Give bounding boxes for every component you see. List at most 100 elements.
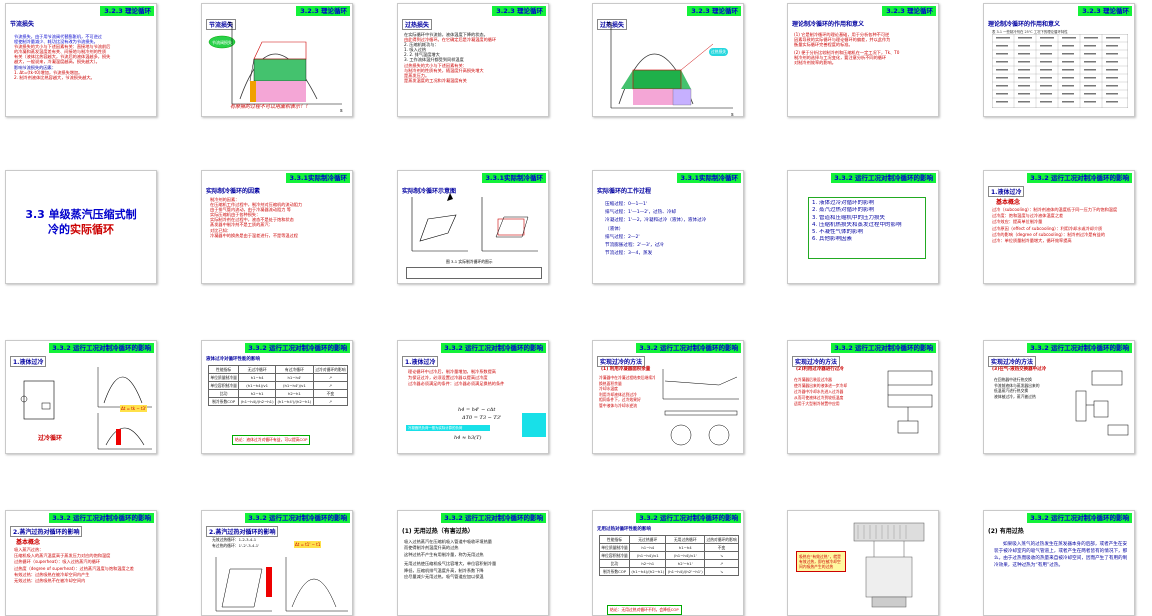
slide-title: 液体过冷对循环性能的影响 <box>206 357 260 362</box>
section-title: 3.3 单级蒸汽压缩式制 冷的实际循环 <box>25 208 137 236</box>
ts-diagram: T s <box>606 22 734 117</box>
slide-body: 在回热器中进行热交换 节流前液体与蒸发器出来的 低温蒸汽进行热交换 液体被过冷，… <box>994 377 1040 399</box>
svg-text:T: T <box>227 22 232 28</box>
slide-body: 在冷凝器后装设过冷器 使冷凝器出来的液体进一步冷却 过冷器中冷却水先进入过冷器 … <box>794 377 848 406</box>
diagram-caption: 过冷循环 <box>38 435 63 442</box>
table-row: 比功 h2−h1 h2'−h1' ↗ <box>598 559 739 568</box>
slide-header: 3.2.3 理论循环 <box>882 6 936 16</box>
svg-text:s: s <box>731 112 734 117</box>
slide-paragraph: 如果吸入蒸气的过热发生在蒸发器本身的后部，或者产生在安装于被冷却室内的吸气管道上… <box>994 542 1128 568</box>
slide-body: (1) 它是制冷循环的理论基础，用于分析各种不可逆 因素导致的实际循环与理论循环… <box>794 32 900 66</box>
slide-thumb-24[interactable]: 3.3.2 运行工况对制冷循环的影响 (2) 有用过热 如果吸入蒸气的过热发生在… <box>983 510 1135 616</box>
bubble-label: 过热损失 <box>709 48 729 56</box>
slide-header: 3.2.3 理论循环 <box>100 6 154 16</box>
slide-body: 理论循环中过冷后，制冷量增加，制冷系数提高 为保证过冷，必须设置过冷器以提高过冷… <box>408 369 505 386</box>
slide-title: 节流损失 <box>10 21 35 28</box>
slide-subtitle: 基本概念 <box>996 199 1021 206</box>
slide-header: 3.3.2 运行工况对制冷循环的影响 <box>831 173 936 183</box>
formula-1: h4 = h4' − cΔt <box>458 407 496 413</box>
formula-3: h4 ≈ h3(T) <box>454 435 482 441</box>
heat-exchanger-diagram <box>1075 370 1129 436</box>
bubble-label: 节流阀损失 <box>212 40 232 45</box>
conclusion-note: 结论：无用过热对循环不利，会降低COP <box>607 605 682 615</box>
slide-body: 冷凝器中在冷凝过程结束后继续冷却 换热面积余量 冷却水温度 利用冷却液体达到过冷… <box>599 375 655 408</box>
slide-thumb-20[interactable]: 3.3.2 运行工况对制冷循环的影响 2.蒸汽过热对循环的影响 无效过热循环：1… <box>201 510 353 616</box>
slide-header: 3.3.2 运行工况对制冷循环的影响 <box>1027 173 1132 183</box>
superheat-diagrams <box>215 557 348 612</box>
slide-thumb-19[interactable]: 3.3.2 运行工况对制冷循环的影响 2.蒸汽过热对循环的影响 基本概念 吸入蒸… <box>5 510 157 616</box>
data-table-graphic <box>992 34 1128 108</box>
slide-thumb-23[interactable]: 吸热在“有效过热”，就是有效过热，即在被冷却空间内吸热产生的过热 <box>787 510 939 616</box>
slide-header: 3.2.3 理论循环 <box>1078 6 1132 16</box>
slide-header: 3.3.2 运行工况对制冷循环的影响 <box>49 513 154 523</box>
slide-body: 节流损失，由于用节流阀代替膨胀机，不可逆过 程使制冷量减少、耗功比没有改为节流损… <box>14 34 111 80</box>
table-header-row: 性能指标 无过冷循环 有过冷循环 过冷对循环的影响 <box>207 365 349 374</box>
slide-header: 3.3.2 运行工况对制冷循环的影响 <box>831 343 936 353</box>
slide-thumb-13[interactable]: 3.3.2 运行工况对制冷循环的影响 1.液体过冷 Δt = tk − t3' … <box>5 340 157 454</box>
slide-header: 3.3.2 运行工况对制冷循环的影响 <box>245 343 350 353</box>
slide-thumb-21[interactable]: 3.3.2 运行工况对制冷循环的影响 (1) 无用过热（有害过热） 吸入过热蒸汽… <box>397 510 549 616</box>
svg-text:T: T <box>606 22 611 28</box>
table-row: 单位质量制冷量 h1−h4 h1−h4 不变 <box>598 543 739 552</box>
equipment-illustration <box>853 522 925 608</box>
slide-header: 3.3.1实际制冷循环 <box>677 173 741 183</box>
comparison-table: 性能指标 无过冷循环 有过冷循环 过冷对循环的影响 单位质量制冷量 h1−h4 h1−h4… <box>207 365 349 406</box>
slide-header: 3.3.2 运行工况对制冷循环的影响 <box>441 343 546 353</box>
slide-thumb-6[interactable]: 3.2.3 理论循环 理论制冷循环的作用和意义 表 3-1 一些制冷剂在 25℃… <box>983 3 1135 117</box>
slide-thumb-9[interactable]: 3.3.1实际制冷循环 实际制冷循环示意图 图 3-1 实际制冷循环的图示 <box>397 170 549 284</box>
comparison-table: 性能指标 无过热循环 无用过热循环 过热对循环的影响 单位质量制冷量 h1−h4 h1−h… <box>598 535 739 576</box>
slide-thumb-10[interactable]: 3.3.1实际制冷循环 实际循环的工作过程 压缩过程：0—1—1' 排气过程：1… <box>592 170 744 284</box>
formula-2: ΔT0 = T3 − T3' <box>462 415 502 421</box>
ts-diagram: T s <box>208 22 343 114</box>
slide-thumb-22[interactable]: 3.3.2 运行工况对制冷循环的影响 无用过热对循环性能的影响 性能指标 无过热循… <box>592 510 744 616</box>
slide-footer-note: 有摩擦的过程不可以用面积表示！！ <box>230 104 311 110</box>
callout-bubble: 吸热在“有效过热”，就是有效过热，即在被冷却空间内吸热产生的过热 <box>796 551 846 572</box>
slide-header: 3.3.2 运行工况对制冷循环的影响 <box>1027 513 1132 523</box>
cyan-note: 冷凝器热负荷一般为实际计算的负荷 <box>406 425 490 431</box>
slide-title: 理论制冷循环的作用和意义 <box>988 21 1061 28</box>
table-row: 比功 h2−h1 h2−h1 不变 <box>207 389 349 398</box>
slide-title: 无用过热对循环性能的影响 <box>597 527 651 532</box>
slide-subtitle: (1) 利用冷凝器面积余量 <box>601 367 651 372</box>
slide-body: 吸入过热蒸汽在压缩机吸入管道中吸收环境热量 而使得制冷剂温度升高的过热 这种过热… <box>404 539 497 580</box>
slide-body: 制冷剂的因素： 在压缩机工作过程中，制冷剂对压缩机的流动阻力 由于排气管内流动，… <box>210 197 303 238</box>
slide-header: 3.3.1实际制冷循环 <box>286 173 350 183</box>
slide-body: 压缩过程：0—1—1' 排气过程：1'—1—2'，过热、冷却 冷凝过程：1'—2… <box>605 202 707 257</box>
topic-list: 1. 液体过冷对循环的影响 2. 蒸汽过热对循环的影响 3. 管道和压缩机中的压… <box>808 197 926 259</box>
slide-thumb-1[interactable]: 3.2.3 理论循环 节流损失 节流损失，由于用节流阀代替膨胀机，不可逆过 程使… <box>5 3 157 117</box>
slide-thumb-16[interactable]: 3.3.2 运行工况对制冷循环的影响 实现过冷的方法 (1) 利用冷凝器面积余量… <box>592 340 744 454</box>
slide-body: 吸入蒸汽过热： 压缩机吸入的蒸汽温度高于蒸发压力对应的饱和温度 过热循环（sup… <box>14 547 134 584</box>
slide-subtitle: (3)在气-液热交换器中过冷 <box>992 367 1047 372</box>
slide-thumb-3[interactable]: 3.2.3 理论循环 过热损失 在实际循环中节流前，液体温度下降的状态。 由此得… <box>397 3 549 117</box>
formula-highlight: Δt = tk − t3' <box>120 405 148 412</box>
slide-body: 在实际循环中节流前，液体温度下降的状态。 由此得到过冷循环。在它确定后是冷凝温度… <box>404 32 497 83</box>
slide-title: 2.蒸汽过热对循环的影响 <box>10 526 83 537</box>
slide-thumb-17[interactable]: 3.3.2 运行工况对制冷循环的影响 实现过冷的方法 (2)利用过冷器进行过冷 … <box>787 340 939 454</box>
slide-subtitle: (2)利用过冷器进行过冷 <box>796 367 844 372</box>
slide-thumb-7[interactable]: 3.3 单级蒸汽压缩式制 冷的实际循环 <box>5 170 157 284</box>
table-row: 单位容积制冷量 (h1−h4)/v1 (h1−h4)/v1' ↘ <box>598 551 739 560</box>
slide-title: 理论制冷循环的作用和意义 <box>792 21 865 28</box>
slide-thumb-5[interactable]: 3.2.3 理论循环 理论制冷循环的作用和意义 (1) 它是制冷循环的理论基础，… <box>787 3 939 117</box>
subcooler-diagram <box>887 370 933 434</box>
slide-thumb-2[interactable]: 3.2.3 理论循环 节流损失 T s 节流阀损失 有摩擦的过程不可以用面积表示… <box>201 3 353 117</box>
slide-thumb-15[interactable]: 3.3.2 运行工况对制冷循环的影响 1.液体过冷 理论循环中过冷后，制冷量增加… <box>397 340 549 454</box>
slide-title: 过热损失 <box>402 19 433 30</box>
table-row: 单位容积制冷量 (h1−h4)/v1 (h1−h4')/v1 ↗ <box>207 381 349 390</box>
slide-title: 实际制冷循环的因素 <box>206 188 261 195</box>
slide-thumb-18[interactable]: 3.3.2 运行工况对制冷循环的影响 实现过冷的方法 (3)在气-液热交换器中过… <box>983 340 1135 454</box>
table-row: 制冷系数COP (h1−h4)/(h2−h1) (h1−h4')/(h2−h1) ↗ <box>207 397 349 406</box>
conclusion-note: 结论：液体过冷对循环有益，可以提高COP <box>232 435 311 445</box>
slide-thumb-12[interactable]: 3.3.2 运行工况对制冷循环的影响 1.液体过冷 基本概念 过冷（subcoo… <box>983 170 1135 284</box>
slide-header: 3.3.2 运行工况对制冷循环的影响 <box>636 343 741 353</box>
slide-title: 实际循环的工作过程 <box>597 188 652 195</box>
slide-thumb-4[interactable]: 3.2.3 理论循环 过热损失 T s 过热损失 <box>592 3 744 117</box>
slide-thumb-11[interactable]: 3.3.2 运行工况对制冷循环的影响 1. 液体过冷对循环的影响 2. 蒸汽过热… <box>787 170 939 284</box>
slide-header: 3.3.2 运行工况对制冷循环的影响 <box>441 513 546 523</box>
slide-title: (1) 无用过热（有害过热） <box>402 528 474 535</box>
condenser-diagram <box>662 369 739 446</box>
table-row: 制冷系数COP (h1−h4)/(h2−h1) (h1−h4)/(h2'−h1') ↘ <box>598 567 739 576</box>
subcool-diagrams <box>20 367 152 450</box>
slide-thumb-8[interactable]: 3.3.1实际制冷循环 实际制冷循环的因素 制冷剂的因素： 在压缩机工作过程中，… <box>201 170 353 284</box>
slide-thumb-14[interactable]: 3.3.2 运行工况对制冷循环的影响 液体过冷对循环性能的影响 性能指标 无过冷循… <box>201 340 353 454</box>
